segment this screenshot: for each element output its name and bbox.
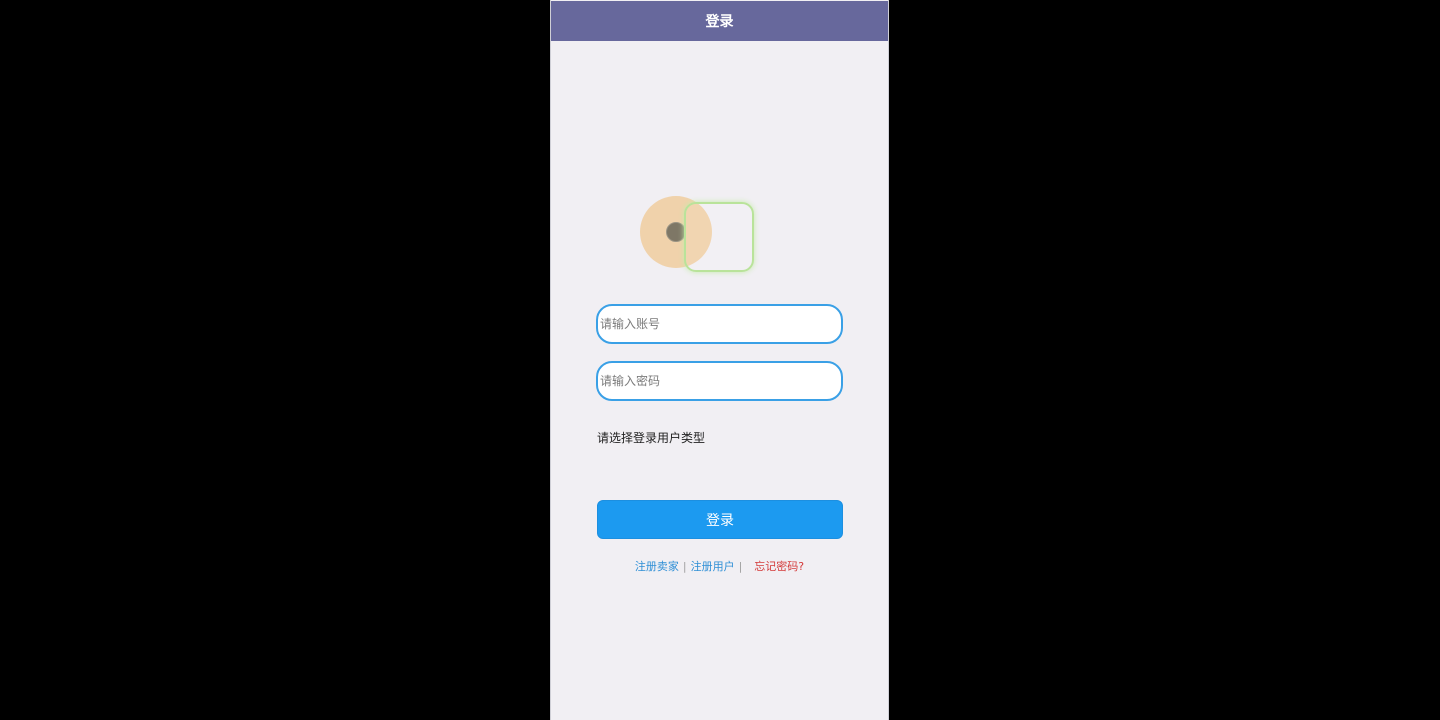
register-seller-link[interactable]: 注册卖家 (635, 560, 679, 573)
user-type-label: 请选择登录用户类型 (597, 431, 706, 445)
forgot-password-link[interactable]: 忘记密码? (754, 560, 804, 573)
footer-links: 注册卖家 | 注册用户 | 忘记密码? (551, 558, 888, 574)
password-input[interactable] (596, 361, 843, 401)
login-screen: 登录 请选择登录用户类型 登录 注册卖家|注册用户|忘记密码? (550, 0, 889, 720)
logo-dot-shape (666, 222, 686, 242)
link-separator: | (682, 560, 687, 573)
logo-square-shape (684, 202, 754, 272)
link-separator: | (738, 560, 743, 573)
app-logo (640, 196, 760, 276)
page-title: 登录 (705, 14, 734, 30)
account-input[interactable] (596, 304, 843, 344)
register-user-link[interactable]: 注册用户 (691, 560, 735, 573)
login-button[interactable]: 登录 (597, 500, 843, 539)
navbar: 登录 (551, 1, 888, 41)
